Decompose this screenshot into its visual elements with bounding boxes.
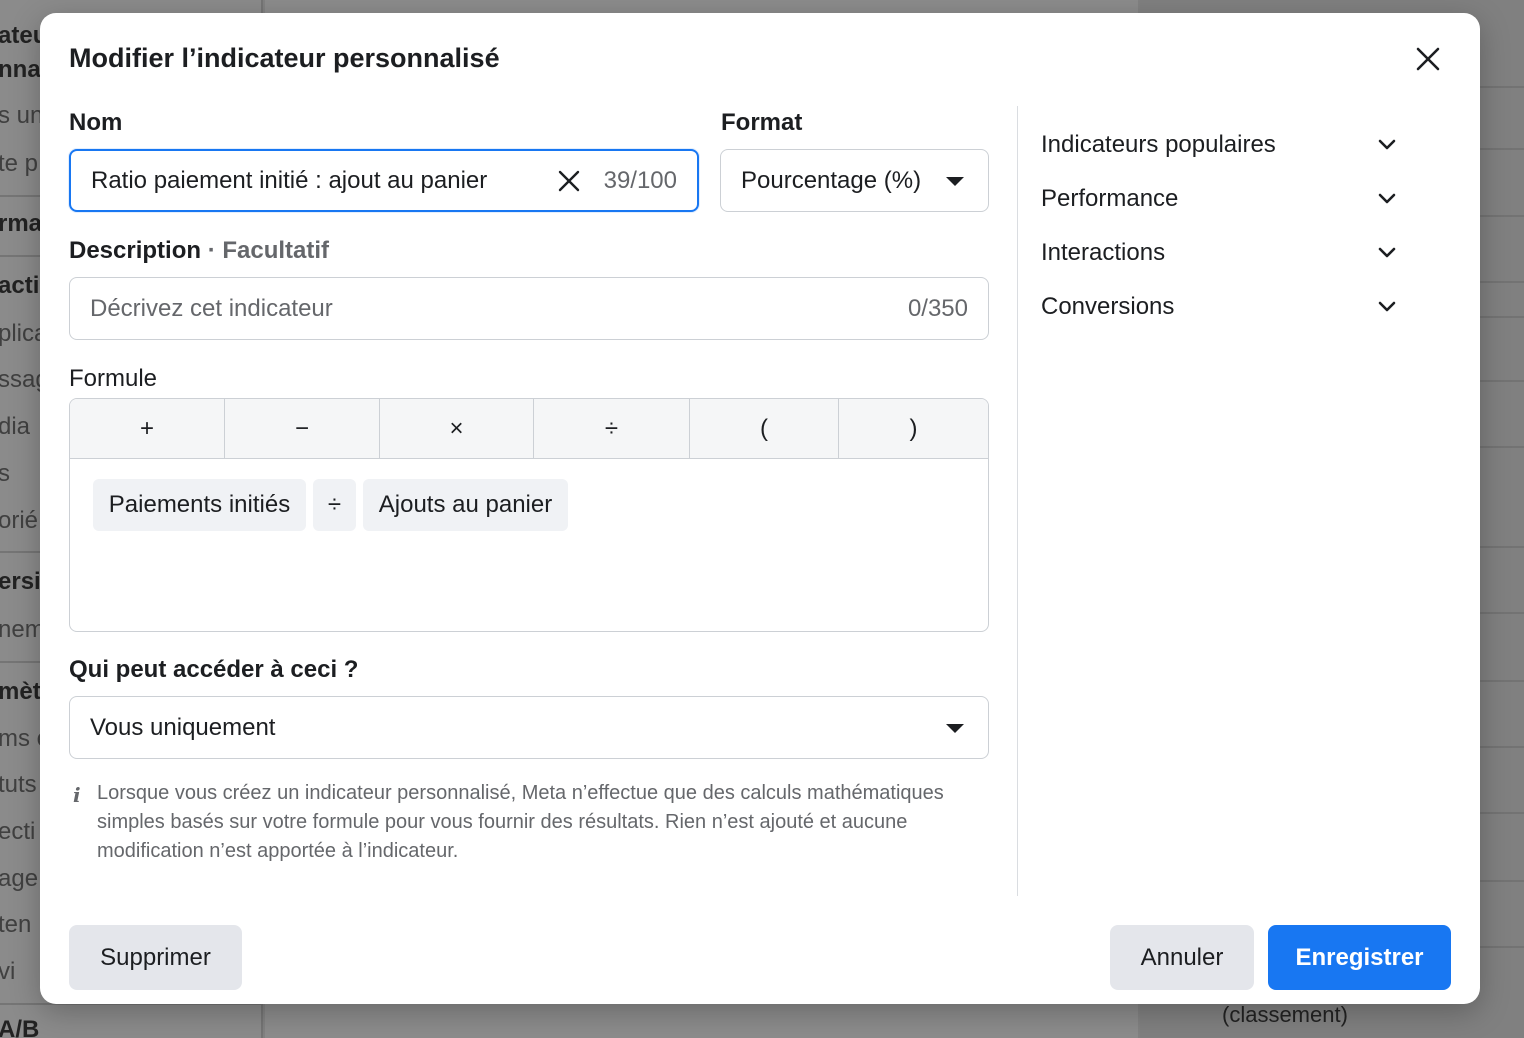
description-separator: · (207, 237, 216, 264)
operator-plus-button[interactable]: + (70, 399, 225, 459)
description-label-text: Description (69, 237, 202, 264)
name-counter: 39/100 (603, 166, 677, 194)
access-label: Qui peut accéder à ceci ? (69, 656, 359, 683)
category-label: Conversions (1041, 293, 1175, 320)
chevron-down-icon (1378, 301, 1396, 312)
clear-name-button[interactable] (555, 167, 583, 195)
format-label: Format (721, 109, 803, 136)
edit-custom-metric-dialog: Modifier l’indicateur personnalisé Nom R… (40, 13, 1480, 1004)
chevron-down-icon (1378, 139, 1396, 150)
caret-down-icon (946, 177, 964, 186)
close-button[interactable] (1412, 43, 1444, 75)
format-select[interactable]: Pourcentage (%) (720, 149, 989, 212)
dialog-title: Modifier l’indicateur personnalisé (69, 43, 500, 73)
category-label: Performance (1041, 185, 1179, 212)
formula-token[interactable]: Paiements initiés (93, 479, 306, 531)
formula-editor[interactable]: + − × ÷ ( ) Paiements initiés ÷ Ajouts a… (69, 398, 989, 632)
category-interactions[interactable]: Interactions (1041, 233, 1401, 273)
caret-down-icon (946, 724, 964, 733)
name-label: Nom (69, 109, 123, 136)
formula-token[interactable]: Ajouts au panier (363, 479, 568, 531)
access-value: Vous uniquement (90, 713, 276, 741)
description-placeholder: Décrivez cet indicateur (90, 294, 333, 322)
info-icon: i (73, 783, 81, 807)
operator-divide-button[interactable]: ÷ (534, 399, 690, 459)
close-icon (1416, 47, 1440, 71)
description-counter: 0/350 (907, 294, 968, 322)
chevron-down-icon (1378, 193, 1396, 204)
name-input[interactable]: Ratio paiement initié : ajout au panier … (69, 149, 699, 212)
formula-token[interactable]: ÷ (313, 479, 356, 531)
category-label: Indicateurs populaires (1041, 131, 1276, 158)
category-label: Interactions (1041, 239, 1166, 266)
name-value: Ratio paiement initié : ajout au panier (91, 166, 488, 194)
category-popular-metrics[interactable]: Indicateurs populaires (1041, 125, 1401, 165)
formula-label: Formule (69, 365, 158, 392)
operator-multiply-button[interactable]: × (380, 399, 534, 459)
description-label: Description · Facultatif (69, 237, 329, 265)
save-button[interactable]: Enregistrer (1268, 925, 1451, 990)
cancel-button[interactable]: Annuler (1110, 925, 1254, 990)
description-optional: Facultatif (222, 237, 330, 264)
chevron-down-icon (1378, 247, 1396, 258)
category-performance[interactable]: Performance (1041, 179, 1401, 219)
operator-minus-button[interactable]: − (225, 399, 380, 459)
vertical-divider (1017, 106, 1018, 896)
category-conversions[interactable]: Conversions (1041, 287, 1401, 327)
delete-button[interactable]: Supprimer (69, 925, 242, 990)
clear-icon (558, 170, 580, 192)
access-select[interactable]: Vous uniquement (69, 696, 989, 759)
formula-operators: + − × ÷ ( ) (70, 399, 988, 459)
format-value: Pourcentage (%) (741, 166, 922, 194)
info-text: Lorsque vous créez un indicateur personn… (97, 782, 944, 862)
operator-open-paren-button[interactable]: ( (690, 399, 839, 459)
operator-close-paren-button[interactable]: ) (839, 399, 988, 459)
description-input[interactable]: Décrivez cet indicateur 0/350 (69, 277, 989, 340)
